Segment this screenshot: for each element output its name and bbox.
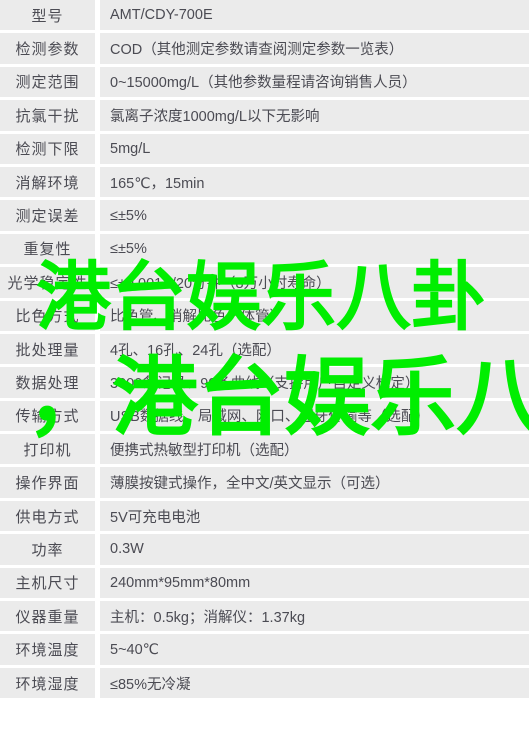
table-row: 检测下限 5mg/L <box>0 133 529 167</box>
spec-value-cell: 便携式热敏型打印机（选配） <box>100 434 529 468</box>
table-row: 操作界面 薄膜按键式操作，全中文/英文显示（可选） <box>0 467 529 501</box>
spec-label-cell: 重复性 <box>0 233 95 268</box>
table-row: 型号 AMT/CDY-700E <box>0 0 529 34</box>
spec-value-cell: 4孔、16孔、24孔（选配） <box>100 333 529 368</box>
table-row: 供电方式 5V可充电电池 <box>0 500 529 535</box>
spec-label-cell: 供电方式 <box>0 500 95 535</box>
spec-label-cell: 检测下限 <box>0 133 95 167</box>
spec-label-cell: 环境温度 <box>0 634 95 668</box>
table-row: 消解环境 165℃，15min <box>0 166 529 201</box>
spec-value-cell: ≤±5% <box>100 200 529 234</box>
spec-value-cell: 主机：0.5kg；消解仪：1.37kg <box>100 601 529 635</box>
spec-label-cell: 操作界面 <box>0 467 95 501</box>
spec-label-cell: 消解环境 <box>0 166 95 201</box>
spec-value-cell: 比色管、消解比色一体管） <box>100 300 529 334</box>
spec-label-cell: 抗氯干扰 <box>0 100 95 134</box>
spec-label-cell: 测定误差 <box>0 200 95 234</box>
table-row: 光学稳定性 ≤±0.001A/20分钟（8万小时寿命） <box>0 267 529 301</box>
spec-value-cell: AMT/CDY-700E <box>100 0 529 34</box>
spec-label-cell: 传输方式 <box>0 400 95 435</box>
spec-label-cell: 仪器重量 <box>0 601 95 635</box>
spec-value-cell: ≤85%无冷凝 <box>100 667 529 702</box>
table-row: 测定误差 ≤±5% <box>0 200 529 234</box>
table-row: 重复性 ≤±5% <box>0 233 529 268</box>
table-row: 数据处理 3000条记录、99条曲线（支持用户自定义标定） <box>0 367 529 401</box>
spec-value-cell: 薄膜按键式操作，全中文/英文显示（可选） <box>100 467 529 501</box>
specification-table: 型号 AMT/CDY-700E 检测参数 COD（其他测定参数请查阅测定参数一览表）测… <box>0 0 529 702</box>
table-row: 比色方式 比色管、消解比色一体管） <box>0 300 529 334</box>
table-row: 传输方式 USB数据线、局域网、网口、蓝牙传输等（选配） <box>0 400 529 435</box>
spec-label-cell: 批处理量 <box>0 333 95 368</box>
spec-value-cell: 氯离子浓度1000mg/L以下无影响 <box>100 100 529 134</box>
spec-value-cell: 5~40℃ <box>100 634 529 668</box>
spec-value-cell: 3000条记录、99条曲线（支持用户自定义标定） <box>100 367 529 401</box>
spec-label-cell: 型号 <box>0 0 95 34</box>
table-row: 主机尺寸 240mm*95mm*80mm <box>0 567 529 602</box>
spec-value-cell: ≤±5% <box>100 233 529 268</box>
table-row: 抗氯干扰 氯离子浓度1000mg/L以下无影响 <box>0 100 529 134</box>
spec-value-cell: 5V可充电电池 <box>100 500 529 535</box>
table-row: 环境湿度 ≤85%无冷凝 <box>0 667 529 702</box>
spec-value-cell: 240mm*95mm*80mm <box>100 567 529 602</box>
table-row: 仪器重量 主机：0.5kg；消解仪：1.37kg <box>0 601 529 635</box>
spec-value-cell: 165℃，15min <box>100 166 529 201</box>
spec-value-cell: 0.3W <box>100 534 529 568</box>
spec-label-cell: 测定范围 <box>0 66 95 101</box>
spec-label-cell: 比色方式 <box>0 300 95 334</box>
spec-label-cell: 数据处理 <box>0 367 95 401</box>
table-row: 检测参数 COD（其他测定参数请查阅测定参数一览表） <box>0 33 529 67</box>
spec-value-cell: 5mg/L <box>100 133 529 167</box>
spec-label-cell: 检测参数 <box>0 33 95 67</box>
table-row: 环境温度 5~40℃ <box>0 634 529 668</box>
table-row: 功率 0.3W <box>0 534 529 568</box>
spec-label-cell: 环境湿度 <box>0 667 95 702</box>
spec-label-cell: 光学稳定性 <box>0 267 95 301</box>
spec-value-cell: USB数据线、局域网、网口、蓝牙传输等（选配） <box>100 400 529 435</box>
spec-label-cell: 打印机 <box>0 434 95 468</box>
table-row: 测定范围 0~15000mg/L（其他参数量程请咨询销售人员） <box>0 66 529 101</box>
table-row: 打印机 便携式热敏型打印机（选配） <box>0 434 529 468</box>
spec-label-cell: 功率 <box>0 534 95 568</box>
table-row: 批处理量 4孔、16孔、24孔（选配） <box>0 333 529 368</box>
spec-value-cell: ≤±0.001A/20分钟（8万小时寿命） <box>100 267 529 301</box>
spec-label-cell: 主机尺寸 <box>0 567 95 602</box>
spec-value-cell: COD（其他测定参数请查阅测定参数一览表） <box>100 33 529 67</box>
spec-value-cell: 0~15000mg/L（其他参数量程请咨询销售人员） <box>100 66 529 101</box>
